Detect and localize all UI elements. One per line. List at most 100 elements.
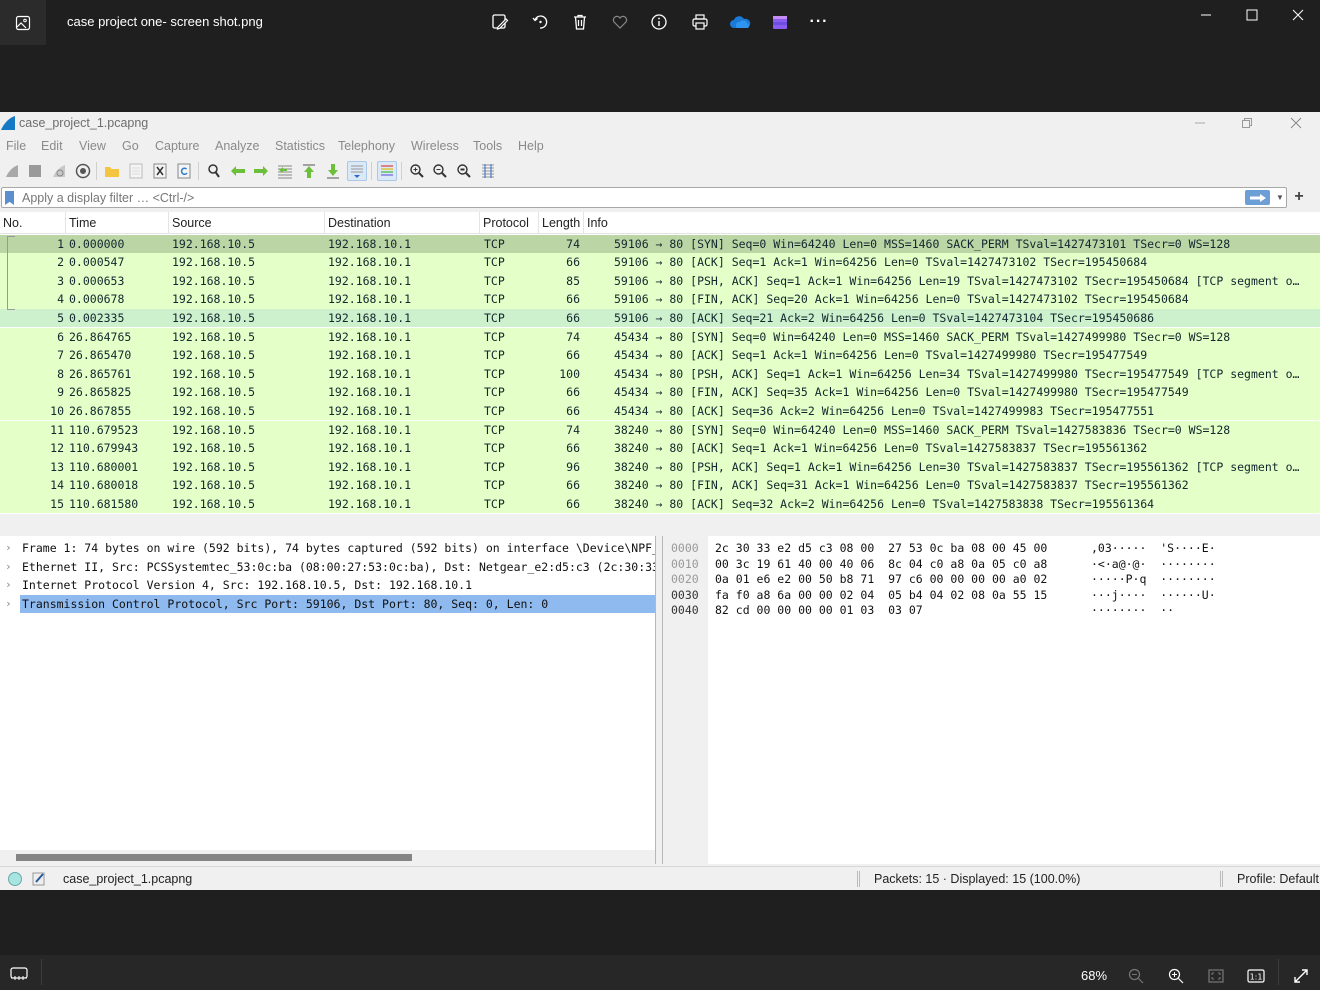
go-to-packet-icon[interactable] — [275, 161, 295, 181]
more-icon[interactable]: ··· — [808, 11, 830, 33]
delete-icon[interactable] — [569, 11, 591, 33]
zoom-out-icon[interactable] — [430, 161, 450, 181]
expert-info-icon[interactable] — [8, 872, 22, 886]
reload-file-icon[interactable] — [174, 161, 194, 181]
fullscreen-icon[interactable] — [1292, 967, 1310, 985]
packet-row[interactable]: 3 0.000653 192.168.10.5 192.168.10.1 TCP 85 59… — [0, 271, 1320, 291]
pane-splitter[interactable] — [0, 516, 1320, 534]
viewer-close-button[interactable] — [1286, 4, 1310, 26]
packet-row[interactable]: 10 26.867855 192.168.10.5 192.168.10.1 TCP 66… — [0, 401, 1320, 421]
apply-filter-arrow-icon[interactable] — [1245, 190, 1270, 205]
packet-row[interactable]: 12 110.679943 192.168.10.5 192.168.10.1 TCP 6… — [0, 439, 1320, 458]
viewer-minimize-button[interactable] — [1194, 4, 1218, 26]
expand-chevron-right-icon[interactable]: › — [5, 576, 12, 595]
display-filter-input[interactable] — [22, 189, 1222, 206]
expand-chevron-right-icon[interactable]: › — [5, 539, 12, 558]
save-file-icon[interactable] — [126, 161, 146, 181]
column-header-protocol[interactable]: Protocol — [480, 212, 539, 234]
photos-app-icon[interactable] — [0, 0, 46, 45]
ascii-bytes[interactable]: ········ ·· — [1091, 603, 1174, 619]
menu-tools[interactable]: Tools — [473, 139, 502, 153]
filmstrip-icon[interactable] — [10, 967, 28, 981]
menu-statistics[interactable]: Statistics — [275, 139, 325, 153]
ascii-bytes[interactable]: ···j···· ······U· — [1091, 588, 1216, 604]
detail-tree-item[interactable]: › Frame 1: 74 bytes on wire (592 bits), 7… — [0, 539, 655, 558]
menu-telephony[interactable]: Telephony — [338, 139, 395, 153]
favorite-heart-icon[interactable] — [609, 11, 631, 33]
detail-tree-item[interactable]: › Internet Protocol Version 4, Src: 192.1… — [0, 576, 655, 595]
find-packet-icon[interactable] — [204, 161, 224, 181]
info-icon[interactable] — [648, 11, 670, 33]
first-packet-icon[interactable] — [299, 161, 319, 181]
packet-row[interactable]: 7 26.865470 192.168.10.5 192.168.10.1 TCP 66 4… — [0, 346, 1320, 365]
packet-row[interactable]: 15 110.681580 192.168.10.5 192.168.10.1 TCP 6… — [0, 494, 1320, 514]
packet-row[interactable]: 11 110.679523 192.168.10.5 192.168.10.1 TCP 7… — [0, 420, 1320, 440]
details-scrollbar-thumb[interactable] — [16, 854, 412, 861]
wireshark-close-button[interactable] — [1286, 114, 1306, 132]
menu-analyze[interactable]: Analyze — [215, 139, 259, 153]
capture-options-icon[interactable] — [73, 161, 93, 181]
menu-capture[interactable]: Capture — [155, 139, 199, 153]
packet-row[interactable]: 8 26.865761 192.168.10.5 192.168.10.1 TCP 100… — [0, 364, 1320, 384]
menu-edit[interactable]: Edit — [41, 139, 63, 153]
details-horizontal-scrollbar[interactable] — [0, 850, 655, 864]
packet-row[interactable]: 5 0.002335 192.168.10.5 192.168.10.1 TCP 66 59… — [0, 308, 1320, 328]
zoom-in-icon[interactable] — [407, 161, 427, 181]
last-packet-icon[interactable] — [323, 161, 343, 181]
detail-tree-item[interactable]: › Transmission Control Protocol, Src Port… — [0, 594, 655, 614]
ascii-bytes[interactable]: ·<·a@·@· ········ — [1091, 557, 1216, 573]
hex-bytes[interactable]: 2c 30 33 e2 d5 c3 08 00 27 53 0c ba 08 0… — [715, 541, 1047, 557]
hex-bytes[interactable]: 00 3c 19 61 40 00 40 06 8c 04 c0 a8 0a 0… — [715, 557, 1047, 573]
filter-bookmark-icon[interactable] — [5, 191, 14, 205]
viewer-maximize-button[interactable] — [1240, 4, 1264, 26]
menu-help[interactable]: Help — [518, 139, 544, 153]
open-file-icon[interactable] — [102, 161, 122, 181]
expand-chevron-right-icon[interactable]: › — [5, 558, 12, 577]
capture-comment-icon[interactable] — [32, 871, 46, 886]
column-header-length[interactable]: Length — [539, 212, 584, 234]
start-capture-icon[interactable] — [2, 161, 22, 181]
menu-go[interactable]: Go — [122, 139, 139, 153]
go-back-icon[interactable] — [228, 161, 248, 181]
packet-row[interactable]: 2 0.000547 192.168.10.5 192.168.10.1 TCP 66 59… — [0, 253, 1320, 272]
packet-row[interactable]: 13 110.680001 192.168.10.5 192.168.10.1 TCP 9… — [0, 457, 1320, 477]
hex-bytes[interactable]: 82 cd 00 00 00 00 01 03 03 07 — [715, 603, 923, 619]
menu-wireless[interactable]: Wireless — [411, 139, 459, 153]
column-header-no[interactable]: No. — [0, 212, 66, 234]
detail-tree-item[interactable]: › Ethernet II, Src: PCSSystemtec_53:0c:ba… — [0, 558, 655, 577]
autoscroll-icon[interactable] — [347, 161, 367, 181]
packet-row[interactable]: 9 26.865825 192.168.10.5 192.168.10.1 TCP 66 4… — [0, 383, 1320, 402]
hex-bytes[interactable]: fa f0 a8 6a 00 00 02 04 05 b4 04 02 08 0… — [715, 588, 1047, 604]
menu-view[interactable]: View — [79, 139, 106, 153]
packet-row[interactable]: 6 26.864765 192.168.10.5 192.168.10.1 TCP 74 4… — [0, 327, 1320, 347]
hex-bytes[interactable]: 0a 01 e6 e2 00 50 b8 71 97 c6 00 00 00 0… — [715, 572, 1047, 588]
column-header-destination[interactable]: Destination — [325, 212, 480, 234]
zoom-in-icon[interactable] — [1167, 967, 1185, 985]
actual-size-icon[interactable]: 1:1 — [1245, 967, 1267, 985]
clipchamp-icon[interactable] — [769, 11, 791, 33]
wireshark-minimize-button[interactable] — [1190, 114, 1210, 132]
edit-image-icon[interactable] — [489, 11, 511, 33]
menu-file[interactable]: File — [6, 139, 26, 153]
status-profile[interactable]: Profile: Default — [1237, 872, 1319, 886]
restart-capture-icon[interactable] — [49, 161, 69, 181]
close-file-icon[interactable] — [150, 161, 170, 181]
wireshark-restore-button[interactable] — [1237, 114, 1257, 132]
add-filter-button-plus-icon[interactable]: + — [1291, 187, 1307, 207]
packet-row[interactable]: 1 0.000000 192.168.10.5 192.168.10.1 TCP 74 59… — [0, 234, 1320, 254]
onedrive-icon[interactable] — [729, 11, 751, 33]
go-forward-icon[interactable] — [251, 161, 271, 181]
normal-size-icon[interactable] — [454, 161, 474, 181]
packet-row[interactable]: 4 0.000678 192.168.10.5 192.168.10.1 TCP 66 59… — [0, 290, 1320, 309]
ascii-bytes[interactable]: ·····P·q ········ — [1091, 572, 1216, 588]
ascii-bytes[interactable]: ,03····· 'S····E· — [1091, 541, 1216, 557]
print-icon[interactable] — [689, 11, 711, 33]
rotate-icon[interactable] — [529, 11, 551, 33]
colorize-icon[interactable] — [377, 161, 397, 181]
expand-chevron-right-icon[interactable]: › — [5, 595, 12, 614]
fit-to-window-icon[interactable] — [1207, 967, 1225, 985]
packet-row[interactable]: 14 110.680018 192.168.10.5 192.168.10.1 TCP 6… — [0, 476, 1320, 495]
column-header-info[interactable]: Info — [584, 212, 1320, 234]
column-header-time[interactable]: Time — [66, 212, 169, 234]
resize-columns-icon[interactable] — [478, 161, 498, 181]
